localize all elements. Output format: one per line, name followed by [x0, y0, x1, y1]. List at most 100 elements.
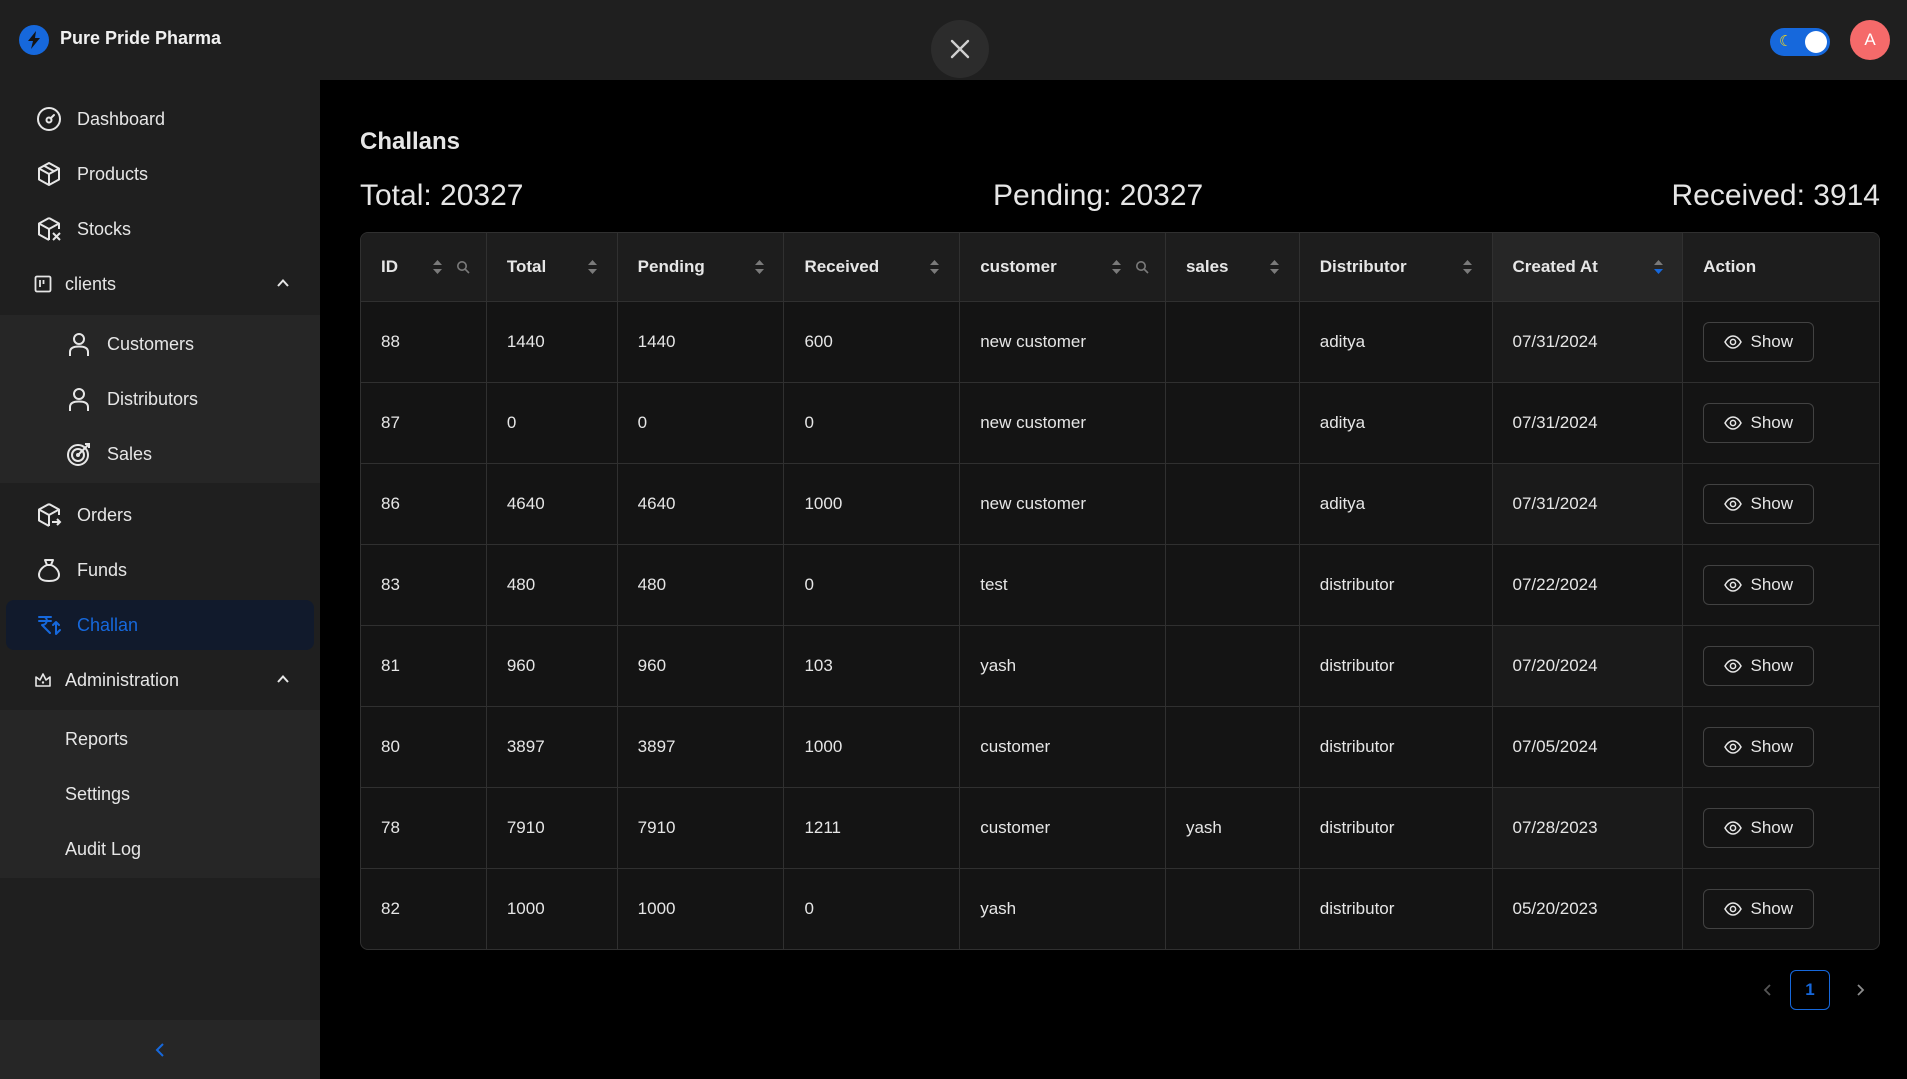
- pagination-prev-icon[interactable]: [1758, 980, 1778, 1000]
- column-header-label: sales: [1185, 257, 1229, 276]
- total-stat: Total: 20327: [360, 179, 524, 212]
- show-button[interactable]: Show: [1703, 727, 1815, 767]
- column-header-label: Total: [506, 257, 547, 276]
- sort-icon[interactable]: [1111, 258, 1122, 276]
- created-at-cell: 05/20/2023: [1492, 869, 1684, 949]
- sales-cell: [1166, 302, 1300, 382]
- sidebar-group-clients[interactable]: clients: [6, 259, 314, 309]
- column-header-received[interactable]: Received: [784, 233, 961, 301]
- pending-cell: 3897: [618, 707, 785, 787]
- sidebar-item-label: Funds: [77, 559, 128, 580]
- sidebar-item-settings[interactable]: Settings: [6, 769, 314, 819]
- column-header-created-at[interactable]: Created At: [1492, 233, 1684, 301]
- column-header-customer[interactable]: customer: [960, 233, 1166, 301]
- sidebar-group-administration[interactable]: Administration: [6, 655, 314, 705]
- received-stat: Received: 3914: [1671, 179, 1880, 212]
- action-cell: Show: [1683, 383, 1879, 463]
- table-row: 86 4640 4640 1000 new customer aditya 07/31/20…: [361, 463, 1879, 544]
- sort-icon[interactable]: [1269, 258, 1280, 276]
- sidebar-item-reports[interactable]: Reports: [6, 714, 314, 764]
- show-button-label: Show: [1750, 656, 1794, 675]
- sidebar-item-label: Distributors: [107, 388, 199, 409]
- table-row: 80 3897 3897 1000 customer distributor 07/05/2…: [361, 706, 1879, 787]
- sidebar-item-dashboard[interactable]: Dashboard: [6, 94, 314, 144]
- sidebar-item-stocks[interactable]: Stocks: [6, 204, 314, 254]
- kanban-icon: [34, 275, 52, 293]
- show-button[interactable]: Show: [1703, 889, 1815, 929]
- table-row: 88 1440 1440 600 new customer aditya 07/31/202…: [361, 301, 1879, 382]
- sidebar-item-funds[interactable]: Funds: [6, 545, 314, 595]
- crown-icon: [35, 673, 51, 687]
- show-button-label: Show: [1750, 332, 1794, 351]
- received-cell: 0: [784, 869, 961, 949]
- column-header-label: Created At: [1512, 257, 1598, 276]
- total-cell: 480: [487, 545, 618, 625]
- theme-toggle[interactable]: ☾: [1770, 28, 1830, 56]
- administration-submenu: Reports Settings Audit Log: [0, 710, 320, 878]
- close-icon: [950, 39, 970, 59]
- sort-descending-icon[interactable]: [1653, 258, 1664, 276]
- search-icon[interactable]: [456, 260, 470, 274]
- main-content: Challans Total: 20327 Pending: 20327 Rec…: [320, 80, 1907, 1079]
- sort-icon[interactable]: [432, 258, 443, 276]
- lightning-logo-icon[interactable]: [19, 25, 49, 55]
- received-cell: 0: [784, 383, 961, 463]
- column-header-distributor[interactable]: Distributor: [1300, 233, 1493, 301]
- received-cell: 1000: [784, 464, 961, 544]
- created-at-cell: 07/31/2024: [1492, 464, 1684, 544]
- toggle-knob: [1805, 31, 1827, 53]
- column-header-label: Pending: [637, 257, 705, 276]
- sort-icon[interactable]: [929, 258, 940, 276]
- column-header-sales[interactable]: sales: [1166, 233, 1300, 301]
- sidebar-item-distributors[interactable]: Distributors: [6, 374, 314, 424]
- sidebar-item-label: Challan: [77, 614, 139, 635]
- sidebar: Dashboard Products Stocks clients Custom…: [0, 80, 320, 1079]
- show-button[interactable]: Show: [1703, 322, 1815, 362]
- total-cell: 4640: [487, 464, 618, 544]
- box-arrow-icon: [38, 503, 62, 527]
- show-button[interactable]: Show: [1703, 808, 1815, 848]
- pending-cell: 7910: [618, 788, 785, 868]
- show-button[interactable]: Show: [1703, 484, 1815, 524]
- pagination-next-icon[interactable]: [1850, 980, 1870, 1000]
- eye-icon: [1724, 740, 1743, 754]
- sidebar-item-audit-log[interactable]: Audit Log: [6, 824, 314, 874]
- show-button-label: Show: [1750, 899, 1794, 918]
- sidebar-item-customers[interactable]: Customers: [6, 319, 314, 369]
- table-header-row: ID Total Pending Received customer sales…: [361, 233, 1879, 301]
- pagination-page-1[interactable]: 1: [1790, 970, 1830, 1010]
- column-header-total[interactable]: Total: [487, 233, 618, 301]
- show-button[interactable]: Show: [1703, 403, 1815, 443]
- pending-cell: 0: [618, 383, 785, 463]
- sidebar-item-orders[interactable]: Orders: [6, 490, 314, 540]
- column-header-id[interactable]: ID: [361, 233, 487, 301]
- sales-cell: [1166, 545, 1300, 625]
- sidebar-item-products[interactable]: Products: [6, 149, 314, 199]
- sidebar-item-sales[interactable]: Sales: [6, 429, 314, 479]
- eye-icon: [1724, 821, 1743, 835]
- search-icon[interactable]: [1135, 260, 1149, 274]
- sort-icon[interactable]: [1462, 258, 1473, 276]
- sales-cell: [1166, 464, 1300, 544]
- clients-submenu: Customers Distributors Sales: [0, 315, 320, 483]
- customer-cell: yash: [960, 869, 1166, 949]
- pending-cell: 4640: [618, 464, 785, 544]
- sidebar-collapse-button[interactable]: [0, 1020, 320, 1079]
- sales-cell: [1166, 869, 1300, 949]
- id-cell: 80: [361, 707, 487, 787]
- sort-icon[interactable]: [587, 258, 598, 276]
- show-button-label: Show: [1750, 494, 1794, 513]
- created-at-cell: 07/20/2024: [1492, 626, 1684, 706]
- show-button[interactable]: Show: [1703, 646, 1815, 686]
- sidebar-item-challan[interactable]: Challan: [6, 600, 314, 650]
- created-at-cell: 07/22/2024: [1492, 545, 1684, 625]
- action-cell: Show: [1683, 464, 1879, 544]
- close-button[interactable]: [931, 20, 989, 78]
- column-header-pending[interactable]: Pending: [618, 233, 785, 301]
- distributor-cell: aditya: [1300, 383, 1493, 463]
- avatar[interactable]: A: [1850, 20, 1890, 60]
- show-button[interactable]: Show: [1703, 565, 1815, 605]
- pending-cell: 960: [618, 626, 785, 706]
- sort-icon[interactable]: [754, 258, 765, 276]
- column-header-label: Distributor: [1319, 257, 1407, 276]
